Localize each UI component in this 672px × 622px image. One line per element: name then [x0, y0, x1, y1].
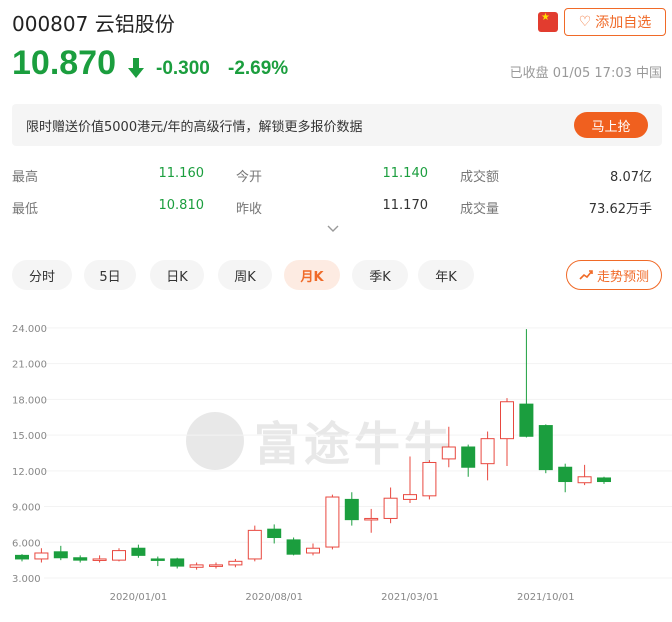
- volume-label: 成交量: [460, 202, 500, 217]
- candle-body: [15, 554, 29, 560]
- candle-body: [344, 498, 359, 521]
- price-change-percent: -2.69%: [228, 58, 289, 79]
- tab-intraday[interactable]: 分时: [12, 260, 72, 290]
- open-value: 11.140: [382, 166, 429, 181]
- promo-claim-button[interactable]: 马上抢: [574, 112, 648, 138]
- market-status: 已收盘 01/05 17:03 中国: [509, 66, 662, 81]
- trend-forecast-label: 走势预测: [596, 269, 649, 285]
- candle-body: [189, 564, 204, 568]
- candle-body: [228, 560, 243, 566]
- heart-icon: ♡: [578, 14, 592, 30]
- candle-body: [558, 466, 573, 483]
- candle-body: [441, 446, 456, 460]
- chevron-down-icon[interactable]: [326, 224, 340, 234]
- candle-body: [422, 461, 437, 497]
- candle-body: [34, 552, 49, 560]
- y-tick-label: 12.000: [12, 467, 47, 478]
- low-value: 10.810: [158, 198, 205, 213]
- kline-chart: 富途牛牛 24.000 21.000 18.000 15.000 12.000 9.000…: [0, 300, 672, 622]
- y-tick-label: 15.000: [12, 431, 47, 442]
- candle-body: [92, 558, 107, 561]
- quote-stats: 最高 11.160 最低 10.810 今开 11.140 昨收 11.170 …: [12, 166, 662, 222]
- x-tick-label: 2021/03/01: [381, 592, 439, 603]
- promo-banner: 限时赠送价值5000港元/年的高级行情，解锁更多报价数据 马上抢: [12, 104, 662, 146]
- trend-forecast-button[interactable]: 走势预测: [566, 260, 662, 290]
- candle-body: [267, 528, 282, 539]
- down-arrow-icon: [128, 58, 144, 78]
- candle-body: [53, 551, 68, 559]
- candle-body: [577, 476, 592, 484]
- candle-body: [286, 539, 301, 555]
- x-tick-label: 2020/08/01: [245, 592, 303, 603]
- candle-body: [480, 438, 495, 465]
- tab-yearly-k[interactable]: 年K: [418, 260, 474, 290]
- x-tick-label: 2021/10/01: [517, 592, 575, 603]
- trend-chart-icon: [579, 270, 593, 280]
- add-to-watchlist-label: 添加自选: [595, 15, 652, 31]
- candle-body: [364, 517, 379, 521]
- volume-value: 73.62万手: [588, 202, 652, 217]
- y-tick-label: 9.000: [12, 503, 41, 514]
- stock-code: 000807: [12, 12, 89, 36]
- tab-daily-k[interactable]: 日K: [150, 260, 204, 290]
- turnover-label: 成交额: [460, 170, 500, 185]
- turnover-value: 8.07亿: [610, 170, 652, 185]
- high-label: 最高: [12, 170, 39, 185]
- high-value: 11.160: [158, 166, 205, 181]
- y-tick-label: 24.000: [12, 324, 47, 335]
- candle-body: [325, 496, 340, 548]
- stock-name: 云铝股份: [94, 12, 175, 36]
- candle-body: [383, 497, 398, 519]
- prev-close-value: 11.170: [382, 198, 429, 213]
- candle-body: [112, 550, 126, 561]
- price-change: -0.300: [156, 58, 210, 79]
- low-label: 最低: [12, 202, 39, 217]
- tab-weekly-k[interactable]: 周K: [218, 260, 272, 290]
- candle-body: [519, 403, 534, 437]
- china-flag-icon: ★: [538, 12, 558, 32]
- candle-body: [538, 425, 553, 471]
- candle-body: [461, 446, 476, 468]
- period-tabs: 分时 5日 日K 周K 月K 季K 年K 走势预测: [12, 260, 662, 292]
- candle-body: [403, 494, 417, 500]
- y-tick-label: 6.000: [12, 538, 41, 549]
- candle-body: [131, 547, 146, 556]
- candle-body: [150, 558, 165, 561]
- tab-monthly-k[interactable]: 月K: [284, 260, 340, 290]
- candle-body: [170, 558, 185, 567]
- tab-quarterly-k[interactable]: 季K: [352, 260, 408, 290]
- x-tick-label: 2020/01/01: [110, 592, 168, 603]
- candle-body: [597, 477, 611, 483]
- last-price: 10.870: [12, 44, 116, 82]
- stock-title: 000807 云铝股份: [12, 8, 175, 37]
- y-tick-label: 3.000: [12, 574, 41, 585]
- quote-row: 10.870 -0.300 -2.69% 已收盘 01/05 17:03 中国: [12, 44, 662, 88]
- y-tick-label: 21.000: [12, 360, 47, 371]
- open-label: 今开: [236, 170, 263, 185]
- candle-body: [247, 529, 262, 560]
- promo-text: 限时赠送价值5000港元/年的高级行情，解锁更多报价数据: [26, 120, 363, 135]
- candlestick-plot: 24.000 21.000 18.000 15.000 12.000 9.000 6.000…: [12, 324, 672, 603]
- stock-header: 000807 云铝股份 ★ ♡ 添加自选: [12, 6, 666, 46]
- prev-close-label: 昨收: [236, 202, 263, 217]
- candle-body: [500, 401, 514, 440]
- y-tick-label: 18.000: [12, 395, 47, 406]
- candle-body: [209, 564, 223, 567]
- candle-body: [306, 547, 320, 554]
- add-to-watchlist-button[interactable]: ♡ 添加自选: [564, 8, 666, 36]
- tab-5day[interactable]: 5日: [84, 260, 136, 290]
- candle-body: [73, 557, 88, 561]
